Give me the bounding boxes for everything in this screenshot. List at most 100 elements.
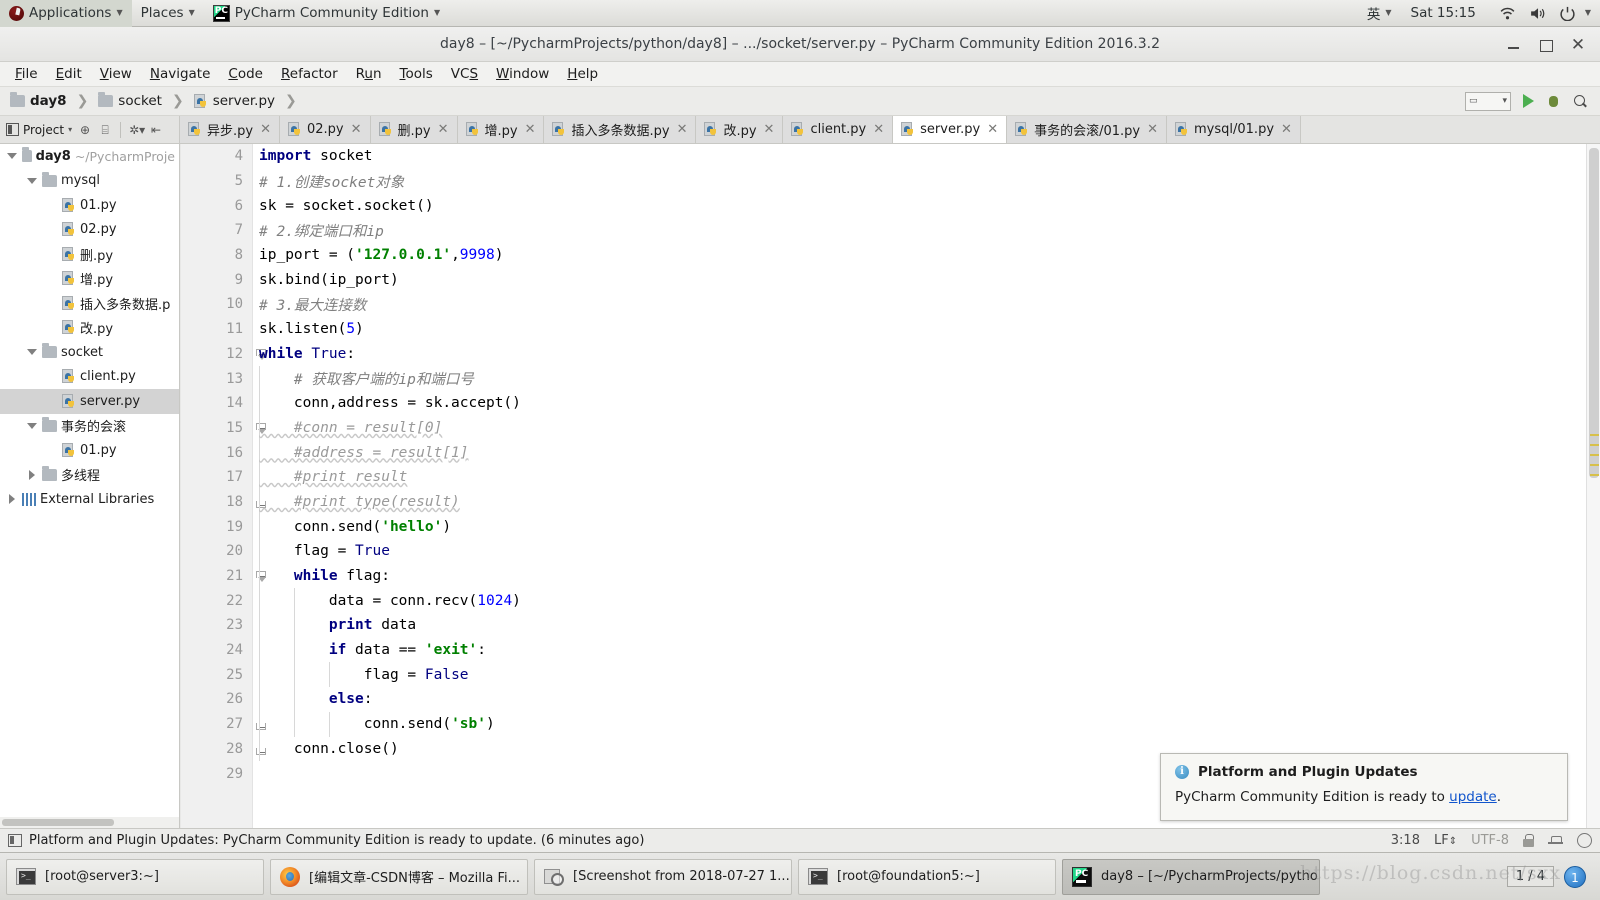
breadcrumb-item-server-py[interactable]: server.py [213,93,275,109]
editor-tab-4[interactable]: 插入多条数据.py ✕ [544,116,697,143]
editor-tab-5[interactable]: 改.py ✕ [696,116,784,143]
menu-help[interactable]: Help [558,64,607,84]
code-line-27[interactable]: 27 conn.send('sb') [181,711,1600,737]
debug-button[interactable] [1546,94,1561,109]
error-stripe-mark[interactable] [1590,474,1599,476]
close-icon[interactable]: ✕ [677,122,688,137]
menu-run[interactable]: Run [347,64,391,84]
clock[interactable]: Sat 15:15 [1401,5,1486,21]
code-line-7[interactable]: 7 # 2.绑定端口和ip [181,218,1600,243]
lock-icon[interactable] [1523,834,1534,847]
hector-icon[interactable] [1548,834,1563,847]
code-line-6[interactable]: 6 sk = socket.socket() [181,193,1600,218]
error-stripe-mark[interactable] [1590,464,1599,466]
editor-tab-2[interactable]: 删.py ✕ [370,116,458,143]
tree-node-8[interactable]: socket [0,340,179,365]
notification-balloon[interactable]: i Platform and Plugin Updates PyCharm Co… [1160,753,1568,821]
tree-node-14[interactable]: External Libraries [0,487,179,512]
code-line-16[interactable]: 16 #address = result[1] [181,440,1600,465]
collapse-all-icon[interactable]: ⌸ [98,123,112,137]
code-line-25[interactable]: 25 flag = False [181,662,1600,688]
tree-node-6[interactable]: 插入多条数据.p [0,291,179,316]
code-content[interactable]: 4 import socket 5 # 1.创建socket对象 6 sk = socke… [181,144,1600,828]
tree-node-5[interactable]: 增.py [0,267,179,292]
code-editor[interactable]: 4 import socket 5 # 1.创建socket对象 6 sk = socke… [181,144,1600,828]
code-line-17[interactable]: 17 #print result [181,464,1600,490]
places-menu[interactable]: Places ▼ [132,0,204,27]
hide-panel-icon[interactable]: ⇤ [149,123,163,137]
code-line-4[interactable]: 4 import socket [181,144,1600,169]
chevron-right-icon[interactable] [6,493,18,505]
tree-node-3[interactable]: 02.py [0,218,179,243]
code-line-20[interactable]: 20 flag = True [181,539,1600,564]
code-line-19[interactable]: 19 conn.send('hello') [181,514,1600,539]
tree-horizontal-scrollbar[interactable] [0,817,179,828]
close-icon[interactable]: ✕ [351,122,362,137]
editor-tab-6[interactable]: client.py ✕ [783,116,894,143]
code-line-12[interactable]: 12 while True: [181,342,1600,367]
chevron-right-icon[interactable] [26,469,38,481]
line-separator[interactable]: LF⇕ [1434,833,1457,848]
breadcrumb-item-socket[interactable]: socket [118,93,162,109]
tree-node-4[interactable]: 删.py [0,242,179,267]
taskbar-button-4[interactable]: PC day8 – [~/PycharmProjects/pytho... [1062,858,1320,895]
applications-menu[interactable]: Applications ▼ [0,0,132,27]
input-method-indicator[interactable]: 英 ▼ [1358,0,1401,27]
update-link[interactable]: update [1449,789,1497,805]
run-button[interactable] [1523,94,1534,108]
close-button[interactable]: ✕ [1570,36,1586,53]
tree-node-10[interactable]: server.py [0,389,179,414]
code-line-24[interactable]: 24 if data == 'exit': [181,637,1600,663]
close-icon[interactable]: ✕ [1281,122,1292,137]
close-icon[interactable]: ✕ [260,122,271,137]
workspace-pager[interactable]: 1 / 4 [1506,866,1554,887]
error-stripe-mark[interactable] [1590,434,1599,436]
menu-file[interactable]: FFileile [6,64,47,84]
code-line-23[interactable]: 23 print data [181,613,1600,638]
maximize-button[interactable] [1538,37,1554,53]
menu-window[interactable]: Window [487,64,558,84]
code-line-14[interactable]: 14 conn,address = sk.accept() [181,390,1600,416]
settings-gear-icon[interactable]: ✲▾ [129,123,145,137]
menu-navigate[interactable]: Navigate [141,64,220,84]
tree-node-13[interactable]: 多线程 [0,463,179,488]
error-stripe-mark[interactable] [1590,454,1599,456]
code-line-18[interactable]: 18 #print type(result) [181,489,1600,515]
code-line-10[interactable]: 10 # 3.最大连接数 [181,292,1600,317]
close-icon[interactable]: ✕ [764,122,775,137]
code-line-13[interactable]: 13 # 获取客户端的ip和端口号 [181,366,1600,391]
editor-tab-3[interactable]: 增.py ✕ [457,116,545,143]
tree-node-12[interactable]: 01.py [0,438,179,463]
close-icon[interactable]: ✕ [987,122,998,137]
editor-tab-1[interactable]: 02.py ✕ [279,116,371,143]
taskbar-button-1[interactable]: [编辑文章-CSDN博客 – Mozilla Fi... [270,858,528,895]
status-message-area[interactable]: Platform and Plugin Updates: PyCharm Com… [8,833,644,848]
code-line-5[interactable]: 5 # 1.创建socket对象 [181,169,1600,194]
menu-view[interactable]: View [91,64,141,84]
menu-edit[interactable]: Edit [47,64,91,84]
chevron-down-icon[interactable] [26,420,38,432]
feedback-smiley-icon[interactable] [1577,833,1592,848]
editor-vertical-scrollbar[interactable] [1586,144,1600,828]
active-app-menu[interactable]: PC PyCharm Community Edition ▼ [204,0,449,27]
tree-node-2[interactable]: 01.py [0,193,179,218]
code-line-21[interactable]: 21 while flag: [181,563,1600,589]
tree-node-1[interactable]: mysql [0,169,179,194]
tree-node-9[interactable]: client.py [0,365,179,390]
menu-tools[interactable]: Tools [391,64,442,84]
project-tree-panel[interactable]: day8 ~/PycharmProje mysql 01.py 02.py 删.py 增.p… [0,144,180,828]
close-icon[interactable]: ✕ [438,122,449,137]
tree-node-0[interactable]: day8 ~/PycharmProje [0,144,179,169]
chevron-down-icon[interactable] [6,150,18,162]
code-line-11[interactable]: 11 sk.listen(5) [181,317,1600,342]
menu-vcs[interactable]: VCS [442,64,487,84]
chevron-down-icon[interactable] [26,346,38,358]
search-everywhere-icon[interactable] [1573,94,1588,109]
taskbar-button-3[interactable]: >_ [root@foundation5:~] [798,858,1056,895]
system-tray[interactable]: ▼ [1486,0,1600,27]
scrollbar-thumb[interactable] [2,819,114,826]
locate-target-icon[interactable]: ⊕ [78,123,92,137]
editor-tab-9[interactable]: mysql/01.py ✕ [1167,116,1301,143]
code-line-8[interactable]: 8 ip_port = ('127.0.0.1',9998) [181,243,1600,268]
tree-node-7[interactable]: 改.py [0,316,179,341]
